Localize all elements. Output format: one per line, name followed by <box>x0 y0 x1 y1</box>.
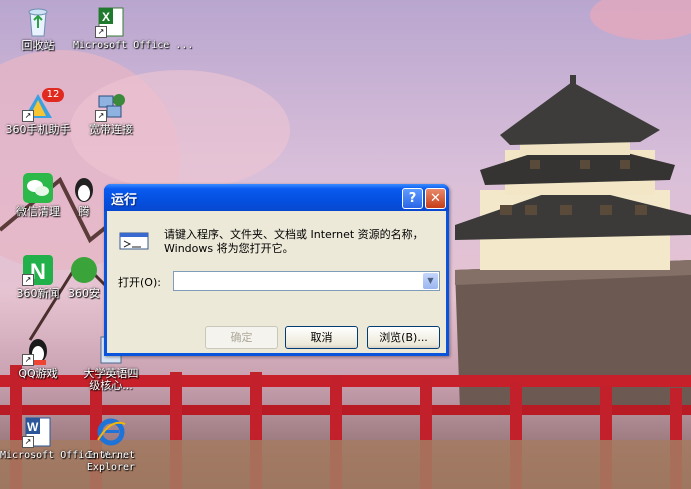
shortcut-arrow-icon: ↗ <box>22 274 34 286</box>
shortcut-arrow-icon: ↗ <box>22 354 34 366</box>
shortcut-arrow-icon: ↗ <box>95 26 107 38</box>
excel-icon: X ↗ <box>95 6 127 38</box>
shortcut-arrow-icon: ↗ <box>22 110 34 122</box>
open-input[interactable] <box>174 272 420 288</box>
recycle-bin-icon <box>22 6 54 38</box>
qq-game-icon: ↗ <box>22 334 54 366</box>
desktop-icon-360-phone[interactable]: 12 ↗ 360手机助手 <box>0 88 76 136</box>
cancel-button[interactable]: 取消 <box>285 326 358 349</box>
svg-text:W: W <box>27 420 39 434</box>
desktop-icon-label: 大学英语四级核心... <box>83 367 139 392</box>
ie-icon <box>95 416 127 448</box>
news-icon: N ↗ <box>22 254 54 286</box>
desktop-icon-internet-explorer[interactable]: Internet Explorer <box>73 416 149 474</box>
desktop-icon-label: Microsoft Office W... <box>0 450 127 461</box>
desktop-icon-label: 腾 <box>78 205 90 218</box>
word-icon: W ↗ <box>22 416 54 448</box>
notification-badge: 12 <box>42 88 64 102</box>
close-button[interactable]: ✕ <box>425 188 446 209</box>
dialog-description: 请键入程序、文件夹、文档或 Internet 资源的名称，Windows 将为您… <box>164 228 424 255</box>
dialog-title: 运行 <box>111 193 138 208</box>
desktop-icon-recycle-bin[interactable]: 回收站 <box>0 6 76 52</box>
desktop-icon-label: 360手机助手 <box>5 123 71 136</box>
open-combobox[interactable]: ▼ <box>173 271 440 291</box>
desktop-icon-360-security[interactable]: 360安 <box>64 254 104 300</box>
desktop-icon-label: QQ游戏 <box>18 367 58 380</box>
security-icon <box>68 254 100 286</box>
desktop-icon-broadband[interactable]: ↗ 宽带连接 <box>73 90 149 136</box>
desktop-icon-word[interactable]: W ↗ Microsoft Office W... <box>0 416 127 462</box>
run-dialog: 运行 ? ✕ 请键入程序、文件夹、文档或 Internet 资源的名称，Wind… <box>104 184 449 356</box>
qq-penguin-icon <box>68 172 100 204</box>
shortcut-arrow-icon: ↗ <box>22 436 34 448</box>
dialog-body: 请键入程序、文件夹、文档或 Internet 资源的名称，Windows 将为您… <box>107 211 446 353</box>
open-label: 打开(O): <box>118 276 161 289</box>
desktop-icon-excel[interactable]: X ↗ Microsoft Office ... <box>73 6 194 52</box>
desktop-icon-tencent[interactable]: 腾 <box>64 172 104 218</box>
browse-button[interactable]: 浏览(B)... <box>367 326 440 349</box>
chevron-down-icon[interactable]: ▼ <box>423 273 438 289</box>
svg-text:X: X <box>102 10 110 24</box>
desktop-icon-label: 宽带连接 <box>89 123 133 136</box>
run-program-icon <box>117 229 151 255</box>
dialog-title-bar[interactable]: 运行 ? ✕ <box>104 184 449 211</box>
desktop-icon-label: 回收站 <box>21 39 55 52</box>
ok-button[interactable]: 确定 <box>205 326 278 349</box>
broadband-icon: ↗ <box>95 90 127 122</box>
desktop-icon-label: Internet Explorer <box>86 450 136 473</box>
help-button[interactable]: ? <box>402 188 423 209</box>
desktop-icon-label: Microsoft Office ... <box>73 40 194 51</box>
shortcut-arrow-icon: ↗ <box>95 110 107 122</box>
desktop-icon-qq-game[interactable]: ↗ QQ游戏 <box>0 334 76 380</box>
desktop-icon-label: 360安 <box>68 287 100 300</box>
phone-assistant-icon: 12 ↗ <box>22 88 64 122</box>
wechat-clean-icon <box>22 172 54 204</box>
